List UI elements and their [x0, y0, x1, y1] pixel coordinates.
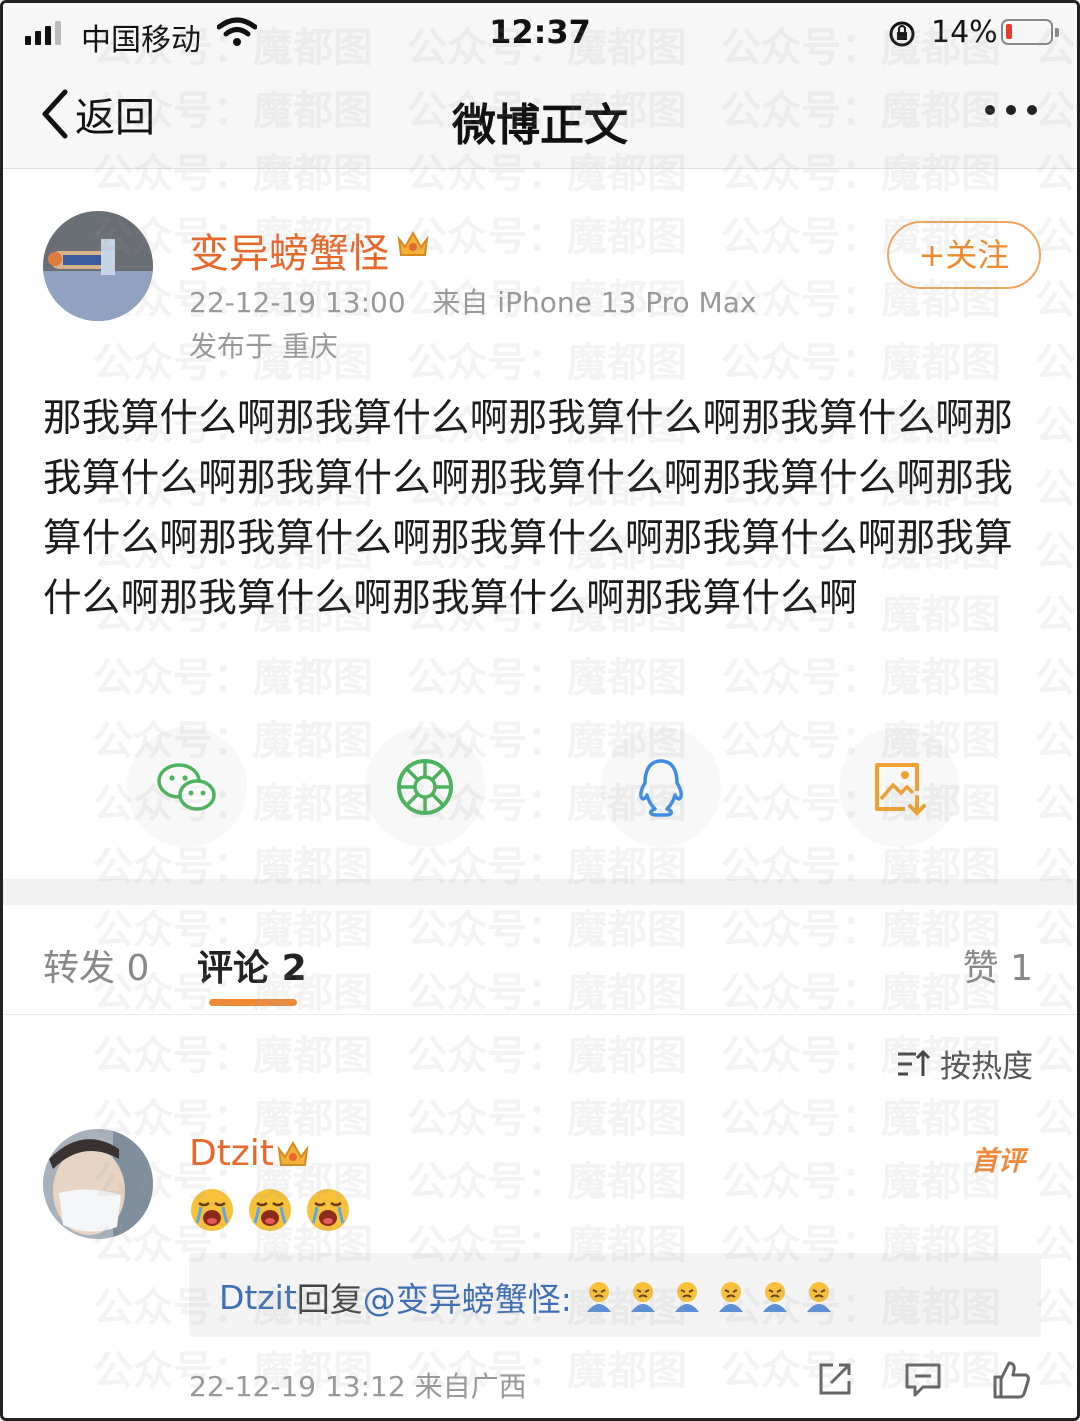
watermark-text: 公众号：魔都图 — [1035, 592, 1077, 638]
post-header: 变异螃蟹怪 22-12-19 13:00 来自 iPhone 13 Pro Ma… — [3, 169, 1077, 369]
tab-comments-label: 评论 — [197, 948, 270, 989]
more-icon[interactable] — [985, 105, 1037, 115]
comment-author-name[interactable]: Dtzit — [189, 1133, 274, 1174]
vip-crown-icon — [397, 230, 429, 256]
reply-text: Dtzit 回复 @变异螃蟹怪: — [219, 1273, 836, 1321]
reply-author[interactable]: Dtzit — [219, 1278, 297, 1317]
reply-preview[interactable]: Dtzit 回复 @变异螃蟹怪: — [189, 1253, 1041, 1337]
nav-bar: 返回 微博正文 — [3, 65, 1077, 169]
watermark-text: 公众号：魔都图 — [1035, 529, 1077, 575]
orientation-lock-icon — [889, 21, 915, 47]
crying-emoji-icon — [191, 1189, 233, 1231]
watermark-text: 公众号：魔都图 — [1035, 403, 1077, 449]
screen: 中国移动 12:37 14% 返回 微博正文 变异螃蟹怪 22-12-19 13… — [0, 0, 1080, 1421]
watermark-text: 公众号：魔都图 — [93, 655, 373, 701]
crying-figure-emoji-icon — [586, 1282, 611, 1312]
post-location: 发布于 重庆 — [189, 330, 338, 363]
interaction-tabs: 转发 0 评论 2 赞 1 — [3, 905, 1077, 1015]
page-title: 微博正文 — [452, 100, 628, 151]
watermark-text: 公众号：魔都图 — [1035, 655, 1077, 701]
comment-emoji-row — [189, 1187, 351, 1233]
reply-comment-icon[interactable] — [901, 1357, 945, 1401]
crying-emoji-icon — [249, 1189, 291, 1231]
tab-reposts[interactable]: 转发 0 — [43, 939, 149, 991]
watermark-text: 公众号：魔都图 — [721, 655, 1001, 701]
qq-icon — [639, 759, 683, 817]
section-divider — [3, 879, 1077, 905]
share-wechat-button[interactable] — [127, 727, 247, 847]
battery-icon — [1001, 19, 1059, 45]
status-bar: 中国移动 12:37 14% — [3, 3, 1077, 65]
save-image-button[interactable] — [839, 727, 959, 847]
comment-author-avatar[interactable] — [43, 1129, 153, 1239]
author-avatar[interactable] — [43, 211, 153, 321]
tab-reposts-count: 0 — [126, 948, 150, 989]
crying-figure-emoji-icon — [806, 1282, 831, 1312]
watermark-text: 公众号：魔都图 — [1035, 1033, 1077, 1079]
comment-item: Dtzit 首评 Dtzit 回复 @变异螃蟹怪: 22-12-19 13:12… — [3, 1113, 1077, 1418]
watermark-text: 公众号：魔都图 — [93, 1033, 373, 1079]
sort-label: 按热度 — [940, 1049, 1033, 1085]
wechat-icon — [157, 763, 216, 811]
crying-figure-emoji-icon — [630, 1282, 655, 1312]
battery-percent: 14% — [931, 15, 998, 50]
battery-level — [1006, 24, 1012, 39]
sort-by-hot-button[interactable]: 按热度 — [896, 1041, 1033, 1086]
share-moments-button[interactable] — [365, 727, 485, 847]
crying-figure-emoji-icon — [674, 1282, 699, 1312]
crying-emoji-icon — [307, 1189, 349, 1231]
watermark-text: 公众号：魔都图 — [1035, 466, 1077, 512]
moments-icon — [397, 759, 453, 815]
comment-actions — [813, 1357, 1033, 1401]
tab-likes-label: 赞 — [962, 948, 999, 989]
vip-crown-icon — [277, 1140, 309, 1166]
tab-likes-count: 1 — [1010, 948, 1033, 989]
active-tab-indicator — [209, 999, 297, 1006]
first-comment-badge: 首评 — [971, 1146, 1025, 1177]
author-name[interactable]: 变异螃蟹怪 — [189, 221, 389, 279]
like-icon[interactable] — [989, 1357, 1033, 1401]
follow-button[interactable]: +关注 — [887, 221, 1041, 289]
post-text: 那我算什么啊那我算什么啊那我算什么啊那我算什么啊那我算什么啊那我算什么啊那我算什… — [43, 396, 1014, 621]
sort-icon — [898, 1049, 930, 1076]
tab-comments-count: 2 — [281, 948, 307, 989]
post-meta: 22-12-19 13:00 来自 iPhone 13 Pro Max — [189, 281, 756, 321]
share-row — [3, 727, 1077, 847]
comment-source: 来自广西 — [414, 1370, 527, 1403]
crying-figure-emoji-icon — [762, 1282, 787, 1312]
share-qq-button[interactable] — [601, 727, 721, 847]
comment-meta: 22-12-19 13:12 来自广西 — [189, 1365, 527, 1405]
tab-reposts-label: 转发 — [43, 948, 116, 989]
watermark-text: 公众号：魔都图 — [407, 655, 687, 701]
tab-likes[interactable]: 赞 1 — [963, 939, 1033, 991]
reply-mention[interactable]: @变异螃蟹怪: — [363, 1273, 572, 1321]
post-source: 来自 iPhone 13 Pro Max — [432, 286, 757, 319]
post-timestamp: 22-12-19 13:00 — [189, 286, 406, 319]
crying-figure-emoji-icon — [718, 1282, 743, 1312]
tab-comments[interactable]: 评论 2 — [197, 939, 307, 991]
share-icon[interactable] — [813, 1357, 857, 1401]
reply-verb: 回复 — [296, 1280, 363, 1319]
watermark-text: 公众号：魔都图 — [407, 1033, 687, 1079]
save-image-icon — [875, 763, 926, 816]
comment-timestamp: 22-12-19 13:12 — [189, 1370, 406, 1403]
